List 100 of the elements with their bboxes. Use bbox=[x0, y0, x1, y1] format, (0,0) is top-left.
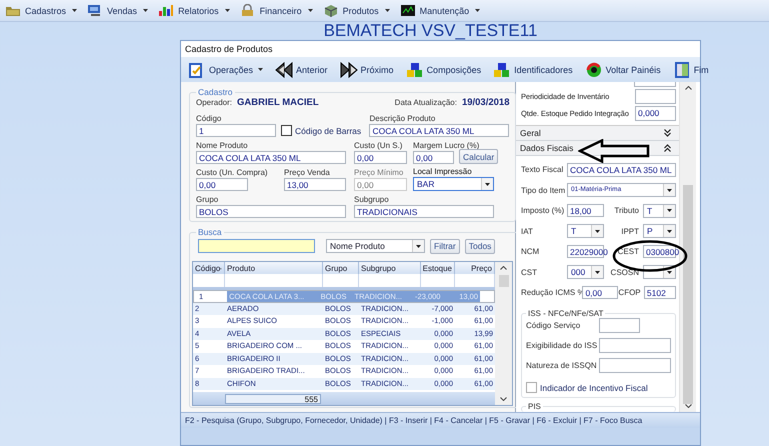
dropdown[interactable]: T bbox=[643, 204, 676, 218]
checkbox[interactable] bbox=[526, 382, 537, 394]
checkbox-label: Código de Barras bbox=[295, 126, 362, 136]
text-field[interactable]: 1 bbox=[196, 124, 276, 137]
menu-item[interactable]: Produtos bbox=[322, 4, 390, 17]
field-label: IPPT bbox=[621, 226, 639, 236]
checkbox[interactable] bbox=[281, 125, 292, 136]
field-label: Natureza de ISSQN bbox=[526, 361, 598, 370]
field-label: CST bbox=[521, 268, 538, 277]
scroll-thumb[interactable] bbox=[498, 275, 508, 287]
scroll-up-icon bbox=[500, 266, 507, 270]
toolbar-button[interactable]: Voltar Painéis bbox=[584, 60, 661, 78]
caret-icon bbox=[258, 68, 264, 71]
text-field[interactable]: 13,00 bbox=[284, 178, 346, 191]
cubes-icon bbox=[404, 60, 425, 78]
field-label: NCM bbox=[521, 247, 540, 256]
column-header[interactable]: Estoque bbox=[421, 262, 455, 274]
toolbar-button[interactable]: Próximo bbox=[338, 60, 394, 78]
field-label: Data Atualização: bbox=[394, 97, 457, 108]
text-field[interactable] bbox=[599, 358, 671, 374]
folder-icon bbox=[5, 4, 21, 17]
filter-button[interactable]: Todos bbox=[464, 238, 496, 254]
section-header[interactable]: Geral bbox=[516, 126, 679, 141]
dropdown[interactable]: BAR bbox=[413, 177, 494, 191]
dropdown[interactable]: T bbox=[567, 224, 604, 238]
field-label: CFOP bbox=[618, 288, 640, 298]
dropdown[interactable]: P bbox=[643, 224, 676, 238]
group-title: Cadastro bbox=[197, 87, 234, 97]
menu-item[interactable]: Cadastros bbox=[5, 4, 78, 17]
field-label: Subgrupo bbox=[354, 194, 389, 205]
caret-icon bbox=[384, 9, 390, 12]
rewind-icon bbox=[274, 60, 294, 78]
field-label: CEST bbox=[618, 247, 639, 256]
lock-icon bbox=[240, 4, 256, 17]
group-title: Busca bbox=[197, 227, 223, 237]
field-label: Descrição Produto bbox=[369, 113, 436, 124]
menu-item[interactable]: Relatorios bbox=[158, 4, 230, 17]
text-field[interactable]: 0,00 bbox=[354, 151, 407, 164]
column-header[interactable]: Produto bbox=[225, 262, 323, 274]
toolbar-button[interactable]: Operações bbox=[187, 60, 264, 78]
text-field[interactable]: COCA COLA LATA 350 ML bbox=[369, 124, 510, 137]
checkbox-label: Indicador de Incentivo Fiscal bbox=[540, 382, 648, 393]
scroll-thumb[interactable] bbox=[683, 184, 693, 404]
scroll-up-icon bbox=[684, 86, 692, 90]
field-label: Código Serviço bbox=[526, 321, 582, 330]
field-label: Preço Venda bbox=[284, 167, 330, 178]
toolbar-button[interactable]: Anterior bbox=[274, 60, 328, 78]
toolbar-button[interactable]: Identificadores bbox=[492, 60, 573, 78]
terminal-icon bbox=[400, 4, 416, 17]
field-label: Imposto (%) bbox=[521, 206, 566, 216]
fast-forward-icon bbox=[338, 60, 359, 78]
column-header[interactable]: Código bbox=[193, 262, 225, 274]
text-field[interactable] bbox=[599, 338, 671, 354]
menu-item[interactable]: Vendas bbox=[87, 4, 148, 17]
group-title: ISS - NFCe/NFe/SAT bbox=[527, 309, 604, 318]
field-label: Local Impressão bbox=[413, 166, 472, 177]
text-field[interactable]: COCA COLA LATA 350 ML bbox=[196, 151, 346, 164]
total-value: 555 bbox=[225, 394, 321, 404]
text-field[interactable]: 0,00 bbox=[582, 286, 618, 300]
scrollbar[interactable] bbox=[495, 262, 512, 405]
text-field[interactable] bbox=[599, 318, 640, 334]
field-label: Texto Fiscal bbox=[521, 165, 564, 174]
column-header[interactable]: Grupo bbox=[323, 262, 359, 274]
field-label: Margem Lucro (%) bbox=[413, 140, 480, 151]
field-label: IAT bbox=[521, 226, 534, 236]
column-header[interactable]: Subgrupo bbox=[359, 262, 421, 274]
dropdown[interactable]: Nome Produto bbox=[326, 239, 425, 253]
menu-item[interactable]: Financeiro bbox=[240, 4, 313, 17]
field-label: Tributo bbox=[614, 206, 639, 216]
text-field[interactable] bbox=[635, 88, 676, 104]
box-icon bbox=[322, 4, 339, 17]
field-label: Nome Produto bbox=[196, 140, 248, 151]
scrollbar[interactable] bbox=[679, 82, 696, 412]
chart-icon bbox=[158, 4, 174, 17]
field-label: Preço Mínimo bbox=[354, 167, 404, 178]
toolbar-button[interactable]: Composições bbox=[404, 60, 482, 78]
caret-icon bbox=[143, 9, 148, 12]
text-field[interactable]: 0,00 bbox=[413, 151, 454, 164]
text-field[interactable]: BOLOS bbox=[196, 205, 346, 218]
window-title: Cadastro de Produtos bbox=[185, 44, 273, 54]
text-field[interactable]: 0,000 bbox=[635, 106, 676, 121]
calculate-button[interactable]: Calcular bbox=[459, 149, 498, 164]
field-label: Custo (Un S.) bbox=[354, 140, 402, 151]
scroll-down-icon bbox=[684, 404, 692, 408]
scroll-down-icon bbox=[500, 397, 507, 401]
caret-icon bbox=[475, 9, 480, 12]
filter-button[interactable]: Filtrar bbox=[430, 238, 460, 254]
toolbar-button[interactable]: Fim bbox=[672, 60, 709, 78]
menu-item[interactable]: Manutenção bbox=[400, 4, 480, 17]
text-field[interactable]: 18,00 bbox=[567, 204, 604, 218]
text-field[interactable]: 0,00 bbox=[196, 178, 248, 191]
search-field[interactable] bbox=[198, 239, 315, 253]
refresh-icon bbox=[584, 60, 604, 78]
text-field[interactable]: COCA COLA LATA 350 ML bbox=[567, 162, 676, 177]
dropdown[interactable]: 000 bbox=[567, 265, 604, 280]
text-field[interactable] bbox=[634, 82, 676, 87]
operator-name: GABRIEL MACIEL bbox=[237, 97, 319, 108]
text-field[interactable]: 5102 bbox=[644, 286, 676, 300]
text-field[interactable]: TRADICIONAIS bbox=[354, 205, 494, 218]
caret-icon bbox=[308, 9, 313, 12]
